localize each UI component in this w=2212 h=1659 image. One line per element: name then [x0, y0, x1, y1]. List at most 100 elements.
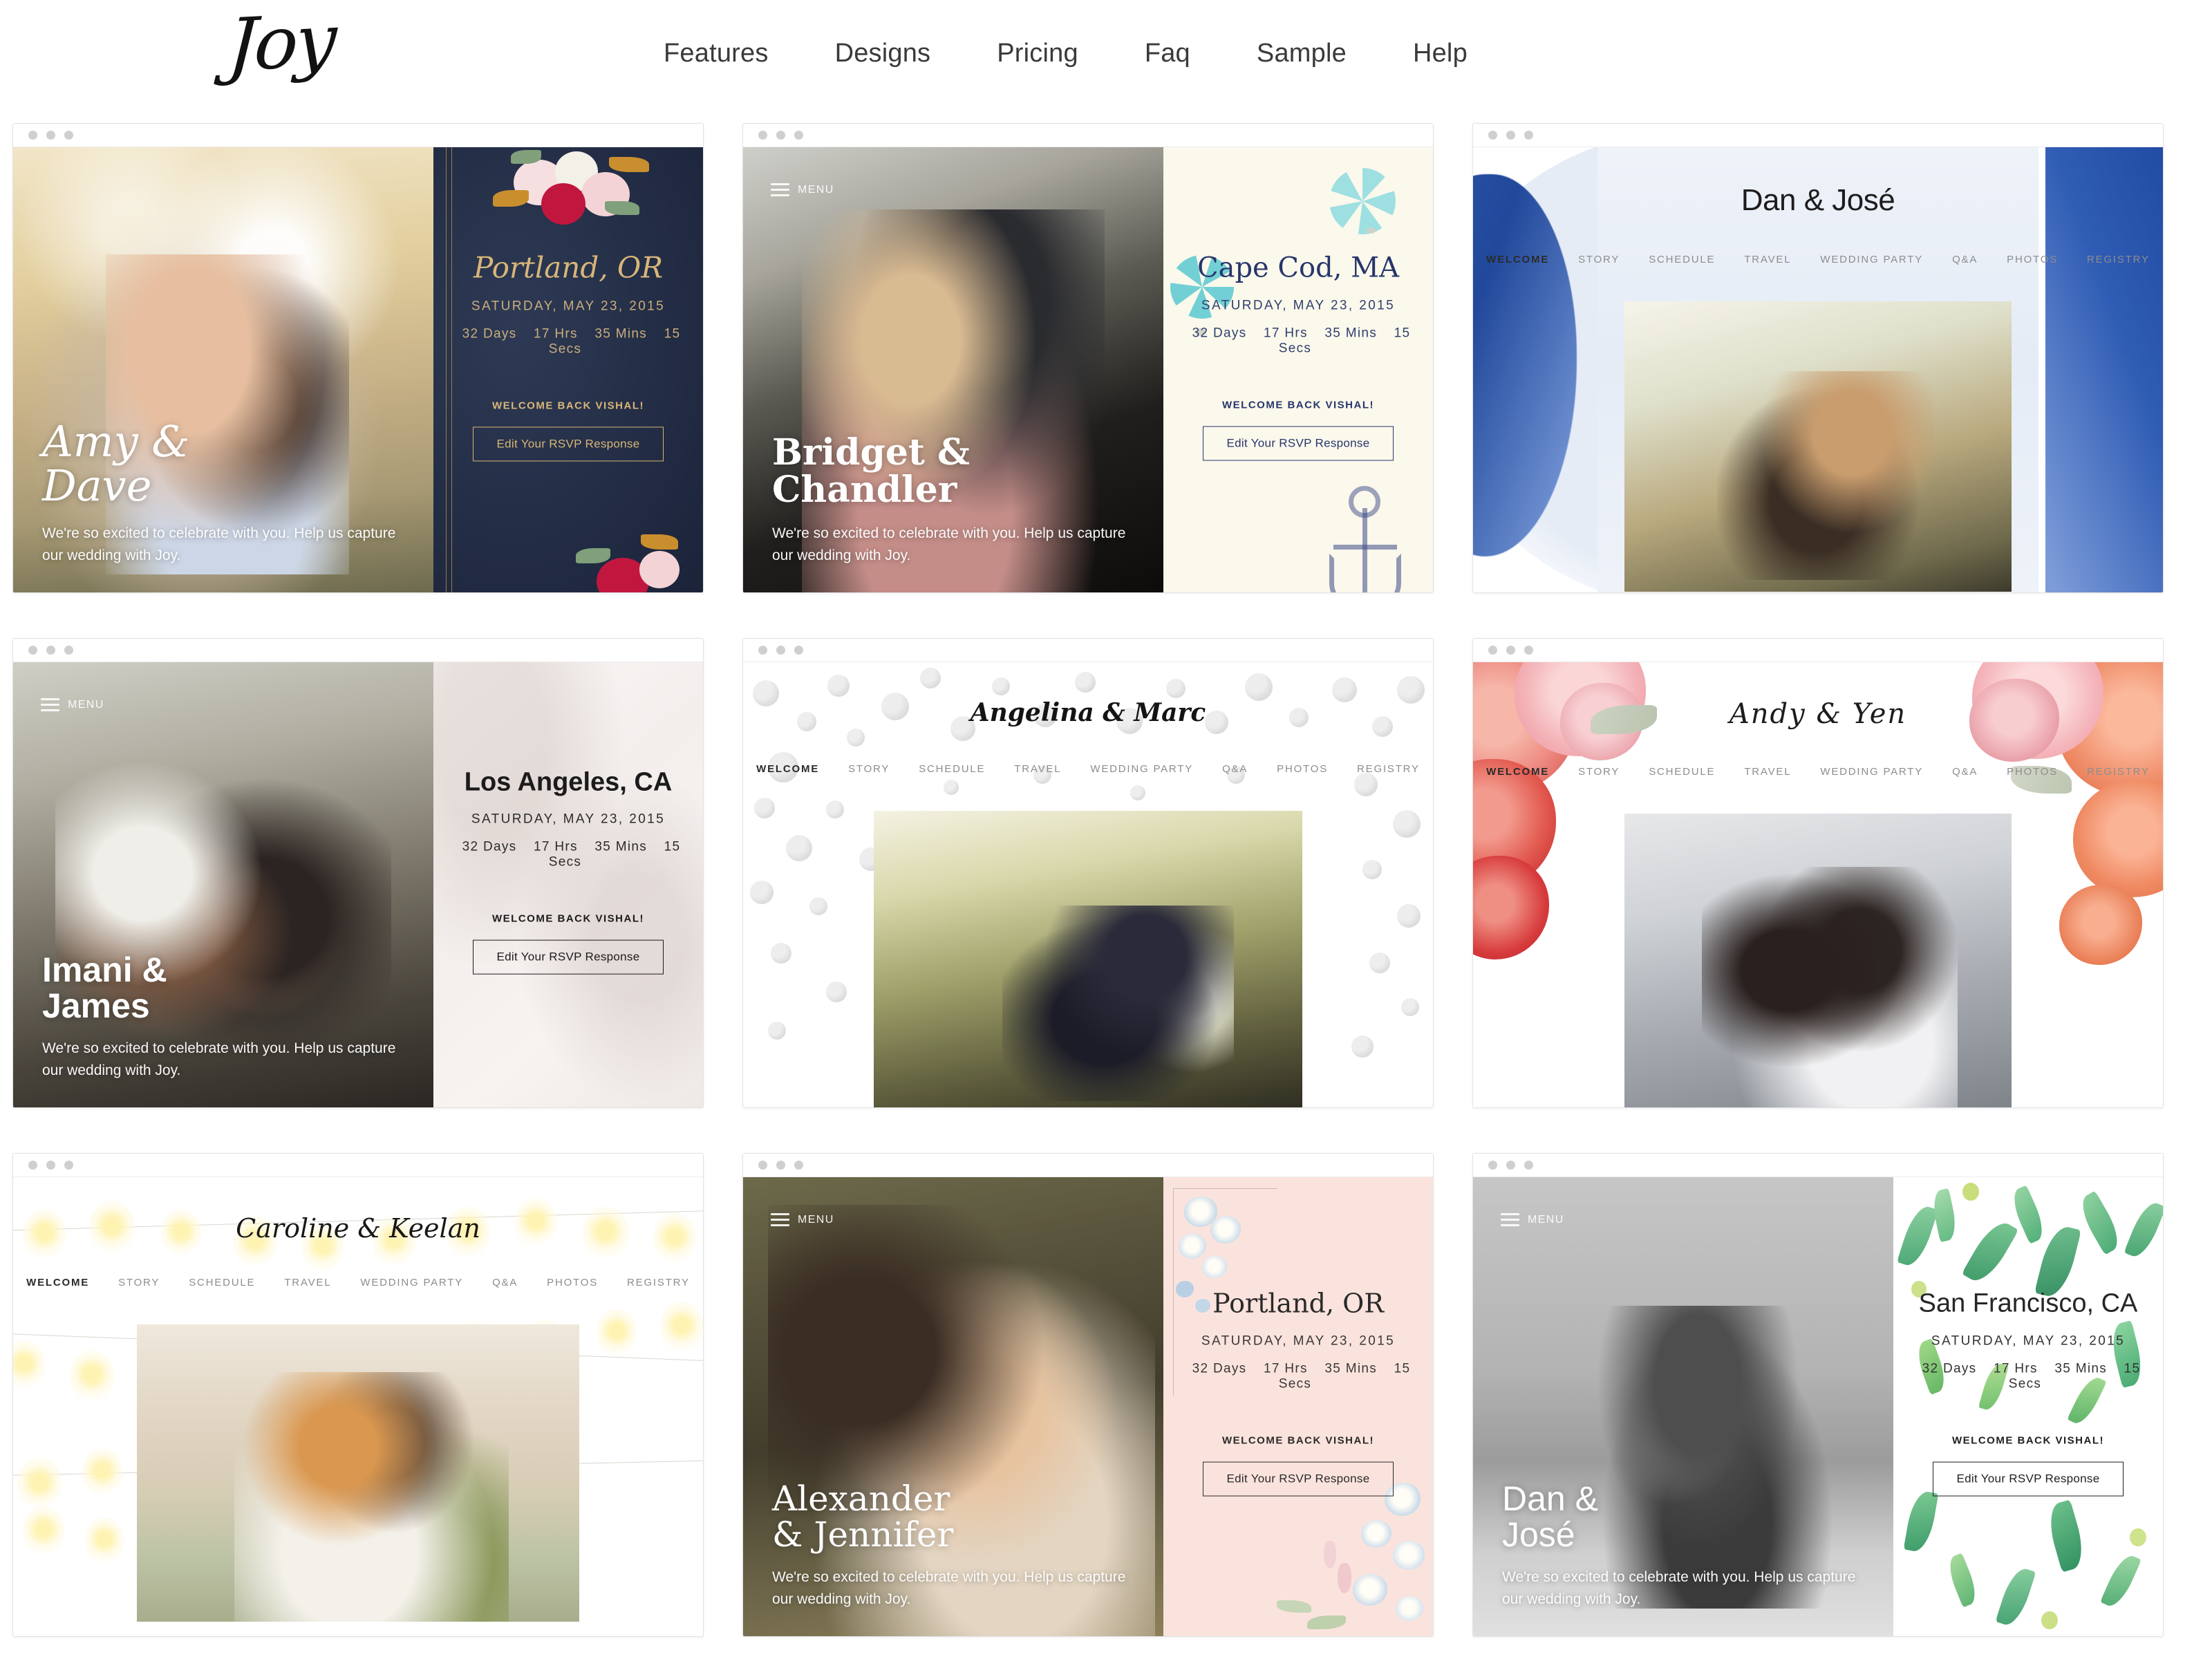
menu-label: MENU	[1528, 1213, 1564, 1226]
browser-chrome	[1473, 1154, 2163, 1177]
hamburger-icon	[771, 183, 789, 196]
panel-content: San Francisco, CA SATURDAY, MAY 23, 2015…	[1893, 1288, 2163, 1497]
site-nav-travel[interactable]: TRAVEL	[1744, 254, 1791, 265]
browser-chrome	[13, 124, 703, 147]
couple-photo	[1624, 301, 2012, 592]
chrome-dot-close	[28, 131, 37, 140]
edit-rsvp-button[interactable]: Edit Your RSVP Response	[1202, 1461, 1394, 1497]
site-nav-qa[interactable]: Q&A	[492, 1277, 518, 1288]
detail-panel-dan-jose: San Francisco, CA SATURDAY, MAY 23, 2015…	[1893, 1177, 2163, 1636]
template-card-dan-jose-watercolor[interactable]: Dan & José WELCOME STORY SCHEDULE TRAVEL…	[1472, 123, 2164, 593]
site-nav-registry[interactable]: REGISTRY	[1357, 763, 1420, 775]
countdown-hrs: 17 Hrs	[1264, 1361, 1308, 1376]
site-nav-wedding-party[interactable]: WEDDING PARTY	[360, 1277, 463, 1288]
chrome-dot-minimize	[1506, 646, 1515, 655]
menu-button[interactable]: MENU	[771, 1213, 834, 1226]
edit-rsvp-button[interactable]: Edit Your RSVP Response	[472, 427, 664, 462]
joy-logo[interactable]: Joy	[226, 0, 337, 88]
site-nav-photos[interactable]: PHOTOS	[547, 1277, 598, 1288]
site-nav-welcome[interactable]: WELCOME	[1486, 254, 1549, 265]
couple-intro: Imani & James We're so excited to celebr…	[42, 952, 409, 1082]
site-nav-story[interactable]: STORY	[118, 1277, 160, 1288]
template-card-amy-dave[interactable]: Amy & Dave We're so excited to celebrate…	[12, 123, 704, 593]
couple-names: Angelina & Marc	[970, 698, 1206, 727]
site-nav-qa[interactable]: Q&A	[1222, 763, 1248, 775]
site-nav-registry[interactable]: REGISTRY	[2087, 254, 2150, 265]
edit-rsvp-button[interactable]: Edit Your RSVP Response	[1932, 1461, 2124, 1497]
template-card-angelina-marc[interactable]: Angelina & Marc WELCOME STORY SCHEDULE T…	[742, 638, 1434, 1108]
chrome-dot-close	[758, 1161, 767, 1170]
site-nav-story[interactable]: STORY	[848, 763, 890, 775]
nav-item-features[interactable]: Features	[664, 39, 769, 68]
wedding-site-dan-jose: Dan & José WELCOME STORY SCHEDULE TRAVEL…	[1473, 147, 2163, 592]
chrome-dot-minimize	[46, 646, 55, 655]
countdown-days: 32 Days	[462, 840, 517, 855]
site-nav-travel[interactable]: TRAVEL	[1014, 763, 1061, 775]
wedding-date: SATURDAY, MAY 23, 2015	[1931, 1333, 2126, 1349]
site-nav-registry[interactable]: REGISTRY	[2087, 766, 2150, 778]
template-gallery: Amy & Dave We're so excited to celebrate…	[0, 111, 2212, 1637]
countdown-days: 32 Days	[1922, 1361, 1977, 1376]
countdown-mins: 35 Mins	[2054, 1361, 2108, 1376]
nav-item-designs[interactable]: Designs	[835, 39, 931, 68]
site-nav-welcome[interactable]: WELCOME	[26, 1277, 89, 1288]
menu-button[interactable]: MENU	[41, 698, 104, 711]
nav-item-sample[interactable]: Sample	[1257, 39, 1347, 68]
site-nav-wedding-party[interactable]: WEDDING PARTY	[1820, 254, 1923, 265]
site-nav-welcome[interactable]: WELCOME	[756, 763, 819, 775]
site-nav-schedule[interactable]: SCHEDULE	[1649, 254, 1715, 265]
template-card-bridget-chandler[interactable]: MENU Bridget & Chandler We're so excited…	[742, 123, 1434, 593]
gallery-row: Caroline & Keelan WELCOME STORY SCHEDULE…	[0, 1153, 2212, 1637]
countdown-hrs: 17 Hrs	[1264, 326, 1308, 341]
site-nav-wedding-party[interactable]: WEDDING PARTY	[1820, 766, 1923, 778]
template-card-dan-jose-greenery[interactable]: MENU Dan & José We're so excited to cele…	[1472, 1153, 2164, 1637]
site-nav-story[interactable]: STORY	[1578, 766, 1620, 778]
site-nav-photos[interactable]: PHOTOS	[2007, 766, 2058, 778]
menu-button[interactable]: MENU	[1501, 1213, 1564, 1226]
chrome-dot-minimize	[776, 1161, 785, 1170]
site-nav-qa[interactable]: Q&A	[1952, 766, 1978, 778]
wedding-city: San Francisco, CA	[1918, 1288, 2138, 1318]
edit-rsvp-button[interactable]: Edit Your RSVP Response	[472, 940, 664, 975]
site-nav-welcome[interactable]: WELCOME	[1486, 766, 1549, 778]
chrome-dot-maximize	[64, 131, 73, 140]
site-nav-qa[interactable]: Q&A	[1952, 254, 1978, 265]
couple-names: Andy & Yen	[1729, 698, 1907, 730]
gallery-row: MENU Imani & James We're so excited to c…	[0, 638, 2212, 1108]
nav-item-pricing[interactable]: Pricing	[997, 39, 1078, 68]
site-nav-photos[interactable]: PHOTOS	[2007, 254, 2058, 265]
couple-intro: Amy & Dave We're so excited to celebrate…	[42, 419, 409, 568]
browser-chrome	[13, 1154, 703, 1177]
detail-panel-imani-james: Los Angeles, CA SATURDAY, MAY 23, 2015 3…	[433, 662, 703, 1107]
template-card-caroline-keelan[interactable]: Caroline & Keelan WELCOME STORY SCHEDULE…	[12, 1153, 704, 1637]
wedding-date: SATURDAY, MAY 23, 2015	[471, 812, 666, 827]
template-card-andy-yen[interactable]: Andy & Yen WELCOME STORY SCHEDULE TRAVEL…	[1472, 638, 2164, 1108]
chrome-dot-maximize	[794, 646, 803, 655]
nav-item-help[interactable]: Help	[1413, 39, 1468, 68]
template-card-alexander-jennifer[interactable]: MENU Alexander & Jennifer We're so excit…	[742, 1153, 1434, 1637]
couple-names: Caroline & Keelan	[236, 1213, 480, 1244]
site-nav-schedule[interactable]: SCHEDULE	[919, 763, 985, 775]
site-nav-schedule[interactable]: SCHEDULE	[1649, 766, 1715, 778]
chrome-dot-close	[1488, 1161, 1497, 1170]
site-nav-registry[interactable]: REGISTRY	[627, 1277, 690, 1288]
wedding-site-nav: WELCOME STORY SCHEDULE TRAVEL WEDDING PA…	[756, 763, 1420, 775]
site-nav-wedding-party[interactable]: WEDDING PARTY	[1090, 763, 1193, 775]
menu-button[interactable]: MENU	[771, 183, 834, 196]
template-card-imani-james[interactable]: MENU Imani & James We're so excited to c…	[12, 638, 704, 1108]
countdown: 32 Days 17 Hrs 35 Mins 15 Secs	[1181, 326, 1415, 356]
wedding-city: Portland, OR	[474, 250, 663, 285]
couple-tagline: We're so excited to celebrate with you. …	[42, 525, 396, 564]
site-nav-travel[interactable]: TRAVEL	[284, 1277, 331, 1288]
welcome-back-message: WELCOME BACK VISHAL!	[492, 913, 644, 926]
edit-rsvp-button[interactable]: Edit Your RSVP Response	[1202, 426, 1394, 461]
welcome-back-message: WELCOME BACK VISHAL!	[1222, 399, 1374, 411]
site-nav-story[interactable]: STORY	[1578, 254, 1620, 265]
site-nav-schedule[interactable]: SCHEDULE	[189, 1277, 255, 1288]
site-nav-travel[interactable]: TRAVEL	[1744, 766, 1791, 778]
nav-item-faq[interactable]: Faq	[1145, 39, 1190, 68]
menu-label: MENU	[68, 698, 104, 711]
site-nav-photos[interactable]: PHOTOS	[1277, 763, 1328, 775]
countdown-days: 32 Days	[1192, 1361, 1247, 1376]
chrome-dot-maximize	[1524, 646, 1533, 655]
